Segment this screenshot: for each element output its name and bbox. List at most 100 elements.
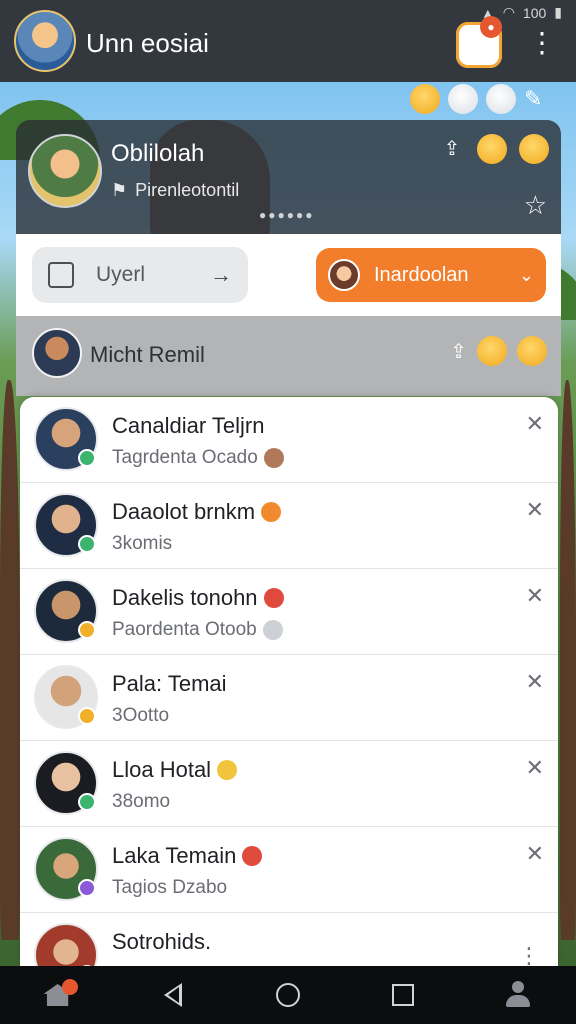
close-icon[interactable]: ✕ — [526, 755, 544, 781]
chevron-down-icon: ⌄ — [518, 264, 534, 285]
friend-name-text: Canaldiar Teljrn — [112, 413, 265, 438]
smile-emoji-icon — [217, 760, 238, 780]
user-avatar[interactable] — [14, 10, 76, 72]
back-icon[interactable] — [145, 971, 201, 1019]
home-icon[interactable] — [30, 971, 86, 1019]
friend-subtitle: 3Ootto — [112, 705, 169, 727]
profile-shape — [504, 981, 532, 1009]
list-item[interactable]: Daaolot brnkm 3komis ✕ — [20, 483, 558, 569]
friend-subtitle: Tagrdenta Ocado — [112, 447, 284, 469]
friend-subtitle-text: Paordenta Otoob — [112, 619, 257, 640]
friend-name: Lloa Hotal — [112, 757, 238, 783]
happy-emoji-icon[interactable] — [517, 336, 547, 366]
list-item[interactable]: Pala: Temai 3Ootto ✕ — [20, 655, 558, 741]
shield-icon — [263, 588, 284, 608]
highlight-row[interactable]: Micht Remil ⇪ — [16, 316, 561, 396]
orange-button-label: Inardoolan — [374, 263, 469, 286]
friend-subtitle-text: Tagios Dzabo — [112, 877, 228, 898]
list-item[interactable]: Lloa Hotal 38omo ✕ — [20, 741, 558, 827]
highlight-name: Micht Remil — [90, 342, 205, 367]
location-icon: ⚑ — [111, 180, 128, 200]
avatar-face-icon — [328, 259, 360, 291]
highlight-actions: ⇪ — [450, 336, 547, 366]
app-bar: ▲ ◠ 100 ▮ Unn eosiai ● ⋮ — [0, 0, 576, 82]
friend-name-text: Dakelis tonohn — [112, 585, 258, 610]
profile-icon[interactable] — [490, 971, 546, 1019]
friend-subtitle-text: Tagrdenta Ocado — [112, 447, 258, 468]
smile-emoji-icon[interactable] — [477, 134, 507, 164]
battery-icon: ▮ — [554, 4, 562, 20]
friend-name-text: Laka Temain — [112, 843, 237, 868]
tree-trunk — [0, 380, 20, 940]
more-vert-icon[interactable]: ⋮ — [528, 26, 556, 60]
avatar — [32, 328, 82, 378]
shield-icon — [242, 846, 263, 866]
back-shape — [163, 983, 182, 1007]
more-vert-icon[interactable]: ⋮ — [518, 943, 540, 966]
status-badge — [78, 449, 96, 467]
close-icon[interactable]: ✕ — [526, 841, 544, 867]
recent-apps-shape — [392, 984, 415, 1006]
action-row: Uyerl → Inardoolan ⌄ — [16, 234, 561, 316]
share-icon[interactable]: ⇪ — [439, 136, 465, 162]
smile-emoji-icon[interactable] — [477, 336, 507, 366]
smile-emoji-icon[interactable] — [410, 84, 440, 114]
profile-name: Oblilolah — [111, 140, 205, 167]
profile-card: Oblilolah ⚑ Pirenleotontil ●●●●●● ⇪ ☆ — [16, 120, 561, 234]
friend-subtitle: 3komis — [112, 533, 172, 555]
friend-subtitle-text: 3komis — [112, 533, 173, 554]
friend-name: Dakelis tonohn — [112, 585, 284, 611]
friend-name: Daaolot brnkm — [112, 499, 282, 525]
trophy-icon — [261, 502, 282, 522]
home-circle-icon[interactable] — [260, 971, 316, 1019]
wifi-icon: ◠ — [502, 4, 515, 20]
status-badge — [78, 879, 96, 897]
close-icon[interactable]: ✕ — [526, 497, 544, 523]
friend-name-text: Lloa Hotal — [112, 757, 212, 782]
edit-square-icon — [48, 262, 74, 288]
friend-name: Sotrohids. — [112, 929, 211, 955]
arrow-right-icon: → — [210, 262, 232, 287]
list-item[interactable]: Canaldiar Teljrn Tagrdenta Ocado ✕ — [20, 397, 558, 483]
star-outline-icon[interactable]: ☆ — [524, 190, 547, 221]
system-nav-bar — [0, 966, 576, 1024]
friend-name: Pala: Temai — [112, 671, 227, 697]
pen-icon[interactable]: ✎ — [524, 84, 548, 114]
friend-subtitle: Tagios Dzabo — [112, 877, 227, 899]
white-face-emoji-icon[interactable] — [486, 84, 516, 114]
happy-emoji-icon[interactable] — [519, 134, 549, 164]
share-icon[interactable]: ⇪ — [450, 339, 467, 364]
profile-subtitle: ⚑ Pirenleotontil — [111, 180, 239, 201]
friend-name-text: Sotrohids. — [112, 929, 212, 954]
status-badge — [78, 793, 96, 811]
app-title: Unn eosiai — [86, 28, 209, 58]
friend-name: Laka Temain — [112, 843, 263, 869]
friend-subtitle: 38omo — [112, 791, 170, 813]
profile-avatar[interactable] — [28, 134, 102, 208]
friend-name-text: Daaolot brnkm — [112, 499, 256, 524]
orange-action-button[interactable]: Inardoolan ⌄ — [316, 248, 546, 302]
reaction-row: ✎ — [410, 84, 548, 114]
profile-card-actions: ⇪ — [439, 134, 549, 164]
list-item[interactable]: Dakelis tonohn Paordenta Otoob ✕ — [20, 569, 558, 655]
user-button-label: Uyerl — [96, 263, 146, 286]
notification-badge: ● — [480, 16, 502, 38]
friend-name-text: Pala: Temai — [112, 671, 227, 696]
white-face-emoji-icon[interactable] — [448, 84, 478, 114]
tree-trunk — [560, 380, 576, 940]
gift-icon — [263, 448, 284, 468]
status-badge — [78, 707, 96, 725]
recent-apps-icon[interactable] — [375, 971, 431, 1019]
list-item[interactable]: Sotrohids. ⋮ — [20, 913, 558, 966]
avatar — [34, 923, 98, 966]
close-icon[interactable]: ✕ — [526, 583, 544, 609]
user-button[interactable]: Uyerl → — [32, 247, 248, 303]
notification-badge — [61, 979, 78, 995]
home-circle-shape — [275, 983, 300, 1007]
close-icon[interactable]: ✕ — [526, 669, 544, 695]
close-icon[interactable]: ✕ — [526, 411, 544, 437]
battery-level: 100 — [522, 4, 547, 21]
friend-name: Canaldiar Teljrn — [112, 413, 264, 439]
page-indicator-dots: ●●●●●● — [259, 208, 315, 222]
list-item[interactable]: Laka Temain Tagios Dzabo ✕ — [20, 827, 558, 913]
